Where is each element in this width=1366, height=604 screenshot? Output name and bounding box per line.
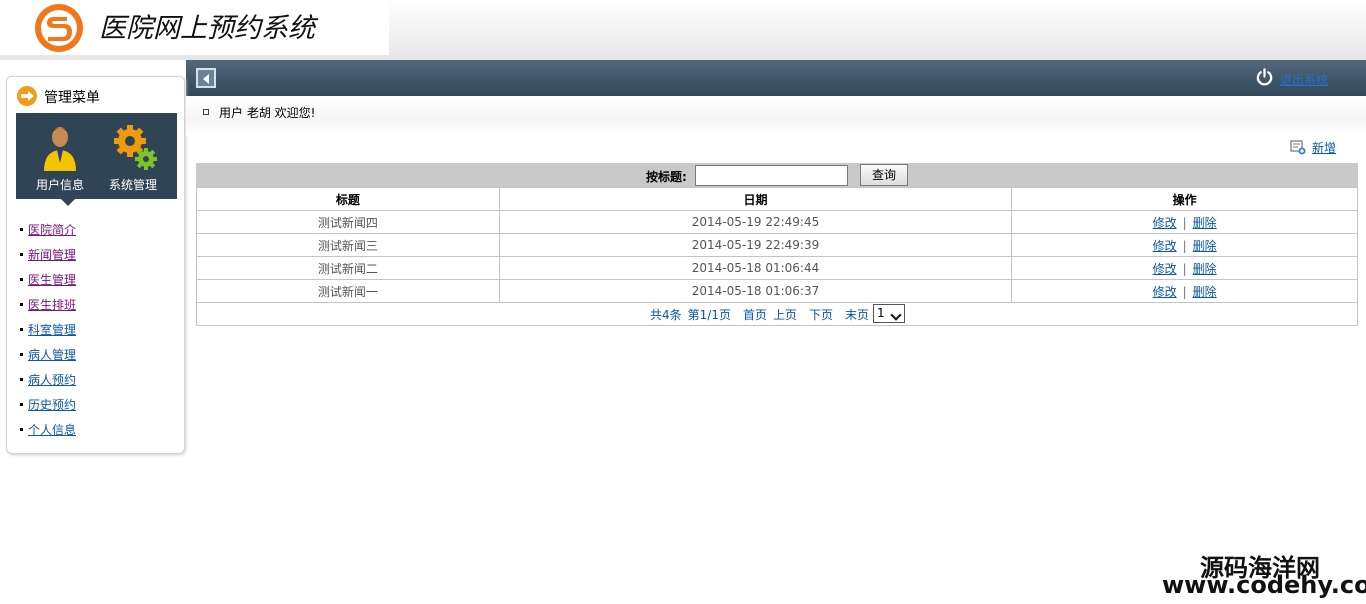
arrow-right-icon	[17, 86, 37, 106]
separator: |	[1182, 261, 1187, 276]
table-row: 测试新闻三 2014-05-19 22:49:39 修改 | 删除	[196, 233, 1358, 257]
power-icon[interactable]	[1255, 68, 1274, 87]
sidebar-item-news[interactable]: 新闻管理	[19, 246, 169, 262]
table-row: 测试新闻一 2014-05-18 01:06:37 修改 | 删除	[196, 279, 1358, 303]
bullet-icon	[20, 228, 23, 231]
search-label: 按标题:	[646, 170, 687, 184]
pagination: 共4条 第1/1页 首页 上页 下页 末页 1	[196, 302, 1358, 326]
cell-title: 测试新闻二	[196, 256, 500, 280]
logo-icon	[35, 4, 83, 52]
square-bullet-icon	[203, 109, 209, 115]
bullet-icon	[20, 253, 23, 256]
cell-title: 测试新闻三	[196, 233, 500, 257]
sidebar-item-label[interactable]: 病人管理	[28, 346, 76, 363]
pager-next[interactable]: 下页	[809, 308, 833, 322]
cell-actions: 修改 | 删除	[1011, 256, 1358, 280]
pagination-links: 共4条 第1/1页 首页 上页 下页 末页	[650, 306, 875, 323]
sidebar-title: 管理菜单	[44, 90, 100, 106]
search-button[interactable]: 查询	[860, 164, 908, 186]
pager-total: 共4条	[650, 308, 682, 322]
news-table: 标题 日期 操作 测试新闻四 2014-05-19 22:49:45 修改 | 删除…	[196, 187, 1358, 303]
gears-icon	[114, 125, 157, 170]
separator: |	[1182, 238, 1187, 253]
cell-date: 2014-05-18 01:06:44	[498, 256, 1013, 280]
bullet-icon	[20, 403, 23, 406]
cell-date: 2014-05-19 22:49:45	[498, 210, 1013, 234]
sidebar-item-label[interactable]: 医院简介	[28, 221, 76, 238]
pager-prev[interactable]: 上页	[773, 308, 797, 322]
search-bar: 按标题: 查询	[196, 163, 1358, 187]
tiles-pointer	[61, 199, 75, 206]
edit-link[interactable]: 修改	[1153, 216, 1177, 230]
sidebar-item-label[interactable]: 历史预约	[28, 396, 76, 413]
top-header: 医院网上预约系统	[0, 0, 1366, 60]
sidebar-item-doctor-schedule[interactable]: 医生排班	[19, 296, 169, 312]
edit-link[interactable]: 修改	[1153, 239, 1177, 253]
cell-date: 2014-05-18 01:06:37	[498, 279, 1013, 303]
sidebar-item-label[interactable]: 个人信息	[28, 421, 76, 438]
sidebar-item-label[interactable]: 科室管理	[28, 321, 76, 338]
sidebar-item-label[interactable]: 病人预约	[28, 371, 76, 388]
separator: |	[1182, 215, 1187, 230]
sidebar-item-patients[interactable]: 病人管理	[19, 346, 169, 362]
welcome-bar	[186, 96, 1366, 136]
separator: |	[1182, 284, 1187, 299]
cell-title: 测试新闻一	[196, 279, 500, 303]
sidebar-item-label[interactable]: 医生排班	[28, 296, 76, 313]
cell-actions: 修改 | 删除	[1011, 279, 1358, 303]
sidebar: 管理菜单 用户信息 系统管理 医院简介 新闻管理 医生管理 医生排班 科室管理 …	[6, 76, 185, 454]
edit-link[interactable]: 修改	[1153, 262, 1177, 276]
user-icon	[44, 127, 76, 171]
sidebar-item-patient-appointments[interactable]: 病人预约	[19, 371, 169, 387]
bullet-icon	[20, 328, 23, 331]
watermark-url: www.codehy.com	[1162, 571, 1366, 599]
pager-page-info: 第1/1页	[687, 308, 731, 322]
delete-link[interactable]: 删除	[1193, 262, 1217, 276]
sidebar-item-departments[interactable]: 科室管理	[19, 321, 169, 337]
edit-link[interactable]: 修改	[1153, 285, 1177, 299]
sidebar-item-label[interactable]: 医生管理	[28, 271, 76, 288]
table-row: 测试新闻二 2014-05-18 01:06:44 修改 | 删除	[196, 256, 1358, 280]
bullet-icon	[20, 353, 23, 356]
delete-link[interactable]: 删除	[1193, 285, 1217, 299]
pager-first[interactable]: 首页	[743, 308, 767, 322]
sidebar-item-doctors[interactable]: 医生管理	[19, 271, 169, 287]
delete-link[interactable]: 删除	[1193, 216, 1217, 230]
sidebar-item-hospital-intro[interactable]: 医院简介	[19, 221, 169, 237]
top-navbar: 退出系统	[186, 60, 1366, 96]
logo-area: 医院网上预约系统	[0, 0, 389, 55]
cell-actions: 修改 | 删除	[1011, 233, 1358, 257]
column-header-date: 日期	[498, 187, 1013, 211]
cell-title: 测试新闻四	[196, 210, 500, 234]
system-title: 医院网上预约系统	[93, 7, 387, 51]
cell-date: 2014-05-19 22:49:39	[498, 233, 1013, 257]
sidebar-tiles: 用户信息 系统管理	[16, 113, 177, 206]
bullet-icon	[20, 278, 23, 281]
cell-actions: 修改 | 删除	[1011, 210, 1358, 234]
tile-system-label: 系统管理	[108, 178, 157, 192]
collapse-sidebar-icon[interactable]	[196, 68, 216, 88]
sidebar-item-label[interactable]: 新闻管理	[28, 246, 76, 263]
sidebar-item-profile[interactable]: 个人信息	[19, 421, 169, 437]
logout-link[interactable]: 退出系统	[1280, 71, 1328, 88]
bullet-icon	[20, 303, 23, 306]
sidebar-item-history[interactable]: 历史预约	[19, 396, 169, 412]
search-title-input[interactable]	[695, 165, 848, 186]
delete-link[interactable]: 删除	[1193, 239, 1217, 253]
pager-last[interactable]: 末页	[845, 308, 869, 322]
tile-user-info[interactable]: 用户信息	[25, 121, 95, 193]
bullet-icon	[20, 428, 23, 431]
page-select[interactable]: 1	[873, 304, 905, 323]
welcome-message: 用户 老胡 欢迎您!	[219, 106, 316, 120]
bullet-icon	[20, 378, 23, 381]
column-header-title: 标题	[196, 187, 500, 211]
tile-user-label: 用户信息	[35, 178, 84, 192]
column-header-actions: 操作	[1011, 187, 1358, 211]
table-row: 测试新闻四 2014-05-19 22:49:45 修改 | 删除	[196, 210, 1358, 234]
add-link[interactable]: 新增	[1312, 139, 1336, 156]
table-header-row: 标题 日期 操作	[196, 187, 1358, 211]
tile-system-management[interactable]: 系统管理	[98, 121, 168, 193]
add-record-icon[interactable]	[1290, 139, 1306, 155]
